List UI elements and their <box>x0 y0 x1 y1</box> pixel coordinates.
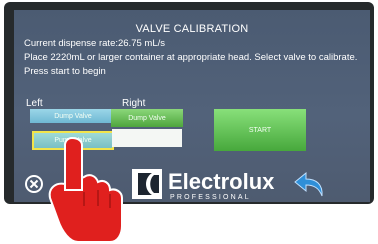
right-column-label: Right <box>122 98 146 109</box>
start-button[interactable]: START <box>214 109 306 151</box>
pointing-hand-icon <box>48 136 123 243</box>
back-arrow-icon[interactable] <box>292 170 326 198</box>
brand-subtitle: PROFESSIONAL <box>170 194 251 201</box>
electrolux-logo: Electrolux PROFESSIONAL <box>132 163 282 202</box>
brand-name: Electrolux <box>168 169 275 194</box>
page-title: VALVE CALIBRATION <box>135 23 249 35</box>
left-dump-valve-button[interactable]: Dump Valve <box>30 109 116 123</box>
left-column-label: Left <box>26 98 43 109</box>
start-prompt-text: Press start to begin <box>24 66 106 77</box>
instruction-text: Place 2220mL or larger container at appr… <box>24 52 358 63</box>
dispense-rate-text: Current dispense rate:26.75 mL/s <box>24 38 165 49</box>
right-dump-valve-button[interactable]: Dump Valve <box>111 109 183 127</box>
